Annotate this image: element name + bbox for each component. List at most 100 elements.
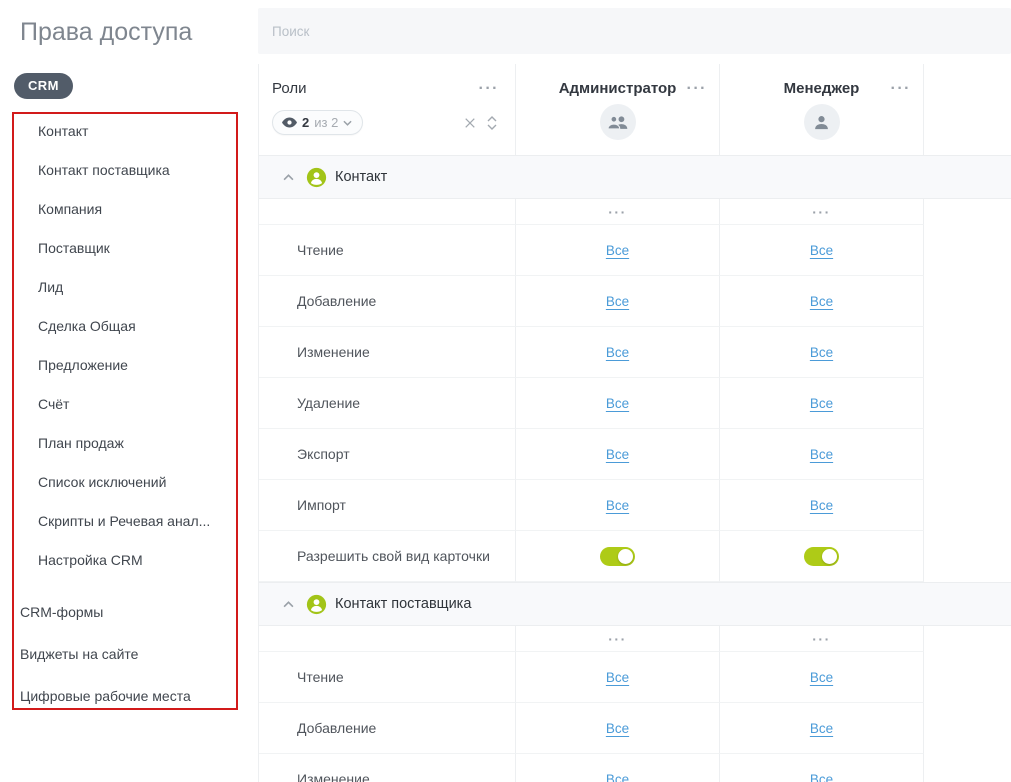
search-input[interactable] — [272, 24, 997, 39]
header-tools — [464, 116, 499, 130]
permission-label: Чтение — [259, 652, 516, 703]
section-header[interactable]: Контакт поставщика — [259, 582, 1011, 626]
sidebar-item[interactable]: Контакт поставщика — [0, 150, 258, 189]
permission-value-link[interactable]: Все — [606, 345, 629, 360]
sidebar-item[interactable]: CRM-формы — [0, 591, 258, 633]
permission-label: Разрешить свой вид карточки — [259, 531, 516, 582]
ellipsis-menu-icon[interactable]: ··· — [812, 632, 831, 646]
role-column-admin: Администратор ··· — [516, 64, 720, 155]
sidebar-item[interactable]: Цифровые рабочие места — [0, 675, 258, 717]
permission-row: Чтение Все Все — [259, 225, 1011, 276]
permission-row: Чтение Все Все — [259, 652, 1011, 703]
permission-row: Экспорт Все Все — [259, 429, 1011, 480]
sidebar-item[interactable]: Поставщик — [0, 228, 258, 267]
sidebar-item[interactable]: Предложение — [0, 345, 258, 384]
permission-row: Удаление Все Все — [259, 378, 1011, 429]
sidebar-item[interactable]: Сделка Общая — [0, 306, 258, 345]
role-filter-pill[interactable]: 2 из 2 — [272, 110, 363, 135]
chevron-up-icon[interactable] — [283, 601, 294, 608]
collapse-cross-icon[interactable] — [464, 117, 476, 129]
permission-label: Чтение — [259, 225, 516, 276]
role-column-label: Администратор — [559, 80, 677, 97]
permission-value-link[interactable]: Все — [810, 670, 833, 685]
permission-value-link[interactable]: Все — [606, 294, 629, 309]
green-person-circle-icon — [306, 594, 327, 615]
search-bar — [258, 8, 1011, 54]
column-menu-row: ··· ··· — [259, 199, 1011, 225]
permission-value-link[interactable]: Все — [606, 243, 629, 258]
permission-value-link[interactable]: Все — [606, 396, 629, 411]
one-person-icon — [813, 114, 830, 130]
sidebar-crm-list: КонтактКонтакт поставщикаКомпанияПоставщ… — [0, 111, 258, 579]
permission-label: Удаление — [259, 378, 516, 429]
roles-menu-icon[interactable]: ··· — [479, 81, 499, 97]
permission-row: Добавление Все Все — [259, 276, 1011, 327]
sidebar-item[interactable]: Настройка CRM — [0, 540, 258, 579]
permission-value-link[interactable]: Все — [810, 498, 833, 513]
role-column-label: Менеджер — [784, 80, 860, 97]
permission-value-link[interactable]: Все — [810, 243, 833, 258]
permission-label: Изменение — [259, 327, 516, 378]
sidebar-item[interactable]: Компания — [0, 189, 258, 228]
permission-row: Разрешить свой вид карточки — [259, 531, 1011, 582]
green-person-circle-icon — [306, 167, 327, 188]
sidebar-item[interactable]: Скрипты и Речевая анал... — [0, 501, 258, 540]
role-menu-icon[interactable]: ··· — [687, 81, 707, 97]
toggle-switch[interactable] — [600, 547, 635, 566]
admin-avatar[interactable] — [600, 104, 636, 140]
sidebar-item[interactable]: Контакт — [0, 111, 258, 150]
permissions-table: Роли ··· 2 из 2 — [258, 64, 1011, 782]
main-panel: Роли ··· 2 из 2 — [258, 0, 1011, 782]
sidebar-item[interactable]: Счёт — [0, 384, 258, 423]
sidebar-other-list: CRM-формыВиджеты на сайтеЦифровые рабочи… — [0, 591, 258, 717]
permission-value-link[interactable]: Все — [810, 345, 833, 360]
permission-value-link[interactable]: Все — [606, 721, 629, 736]
permission-label: Добавление — [259, 276, 516, 327]
permission-value-link[interactable]: Все — [810, 721, 833, 736]
badge-row: CRM — [14, 73, 258, 99]
permission-label: Импорт — [259, 480, 516, 531]
permission-value-link[interactable]: Все — [606, 772, 629, 782]
chevron-up-icon[interactable] — [283, 174, 294, 181]
permission-row: Изменение Все Все — [259, 754, 1011, 782]
filter-total: из 2 — [314, 115, 338, 130]
permission-value-link[interactable]: Все — [810, 294, 833, 309]
column-menu-row: ··· ··· — [259, 626, 1011, 652]
permission-row: Добавление Все Все — [259, 703, 1011, 754]
section-header[interactable]: Контакт — [259, 155, 1011, 199]
permission-value-link[interactable]: Все — [606, 498, 629, 513]
crm-section-badge[interactable]: CRM — [14, 73, 73, 99]
toggle-switch[interactable] — [804, 547, 839, 566]
manager-avatar[interactable] — [804, 104, 840, 140]
role-column-manager: Менеджер ··· — [720, 64, 924, 155]
sidebar-item[interactable]: План продаж — [0, 423, 258, 462]
role-menu-icon[interactable]: ··· — [891, 81, 911, 97]
table-body: Контакт ··· ··· Чтение Все Все Добавление Все Вс… — [259, 155, 1011, 782]
table-header: Роли ··· 2 из 2 — [259, 64, 1011, 155]
sidebar: Права доступа CRM КонтактКонтакт поставщ… — [0, 0, 258, 782]
header-spacer — [924, 64, 1011, 155]
sidebar-item[interactable]: Список исключений — [0, 462, 258, 501]
eye-icon — [282, 117, 297, 128]
section-title: Контакт поставщика — [335, 596, 471, 612]
section-title: Контакт — [335, 169, 387, 185]
permission-row: Изменение Все Все — [259, 327, 1011, 378]
page-title: Права доступа — [20, 18, 258, 47]
roles-header-cell: Роли ··· 2 из 2 — [259, 64, 516, 155]
ellipsis-menu-icon[interactable]: ··· — [608, 205, 627, 219]
permission-value-link[interactable]: Все — [810, 396, 833, 411]
ellipsis-menu-icon[interactable]: ··· — [812, 205, 831, 219]
permission-value-link[interactable]: Все — [606, 670, 629, 685]
permission-label: Добавление — [259, 703, 516, 754]
permission-label: Экспорт — [259, 429, 516, 480]
permission-label: Изменение — [259, 754, 516, 782]
ellipsis-menu-icon[interactable]: ··· — [608, 632, 627, 646]
permission-value-link[interactable]: Все — [810, 447, 833, 462]
permission-value-link[interactable]: Все — [606, 447, 629, 462]
filter-count: 2 — [302, 115, 309, 130]
permission-row: Импорт Все Все — [259, 480, 1011, 531]
up-down-chevrons-icon[interactable] — [487, 116, 497, 130]
permission-value-link[interactable]: Все — [810, 772, 833, 782]
sidebar-item[interactable]: Виджеты на сайте — [0, 633, 258, 675]
sidebar-item[interactable]: Лид — [0, 267, 258, 306]
